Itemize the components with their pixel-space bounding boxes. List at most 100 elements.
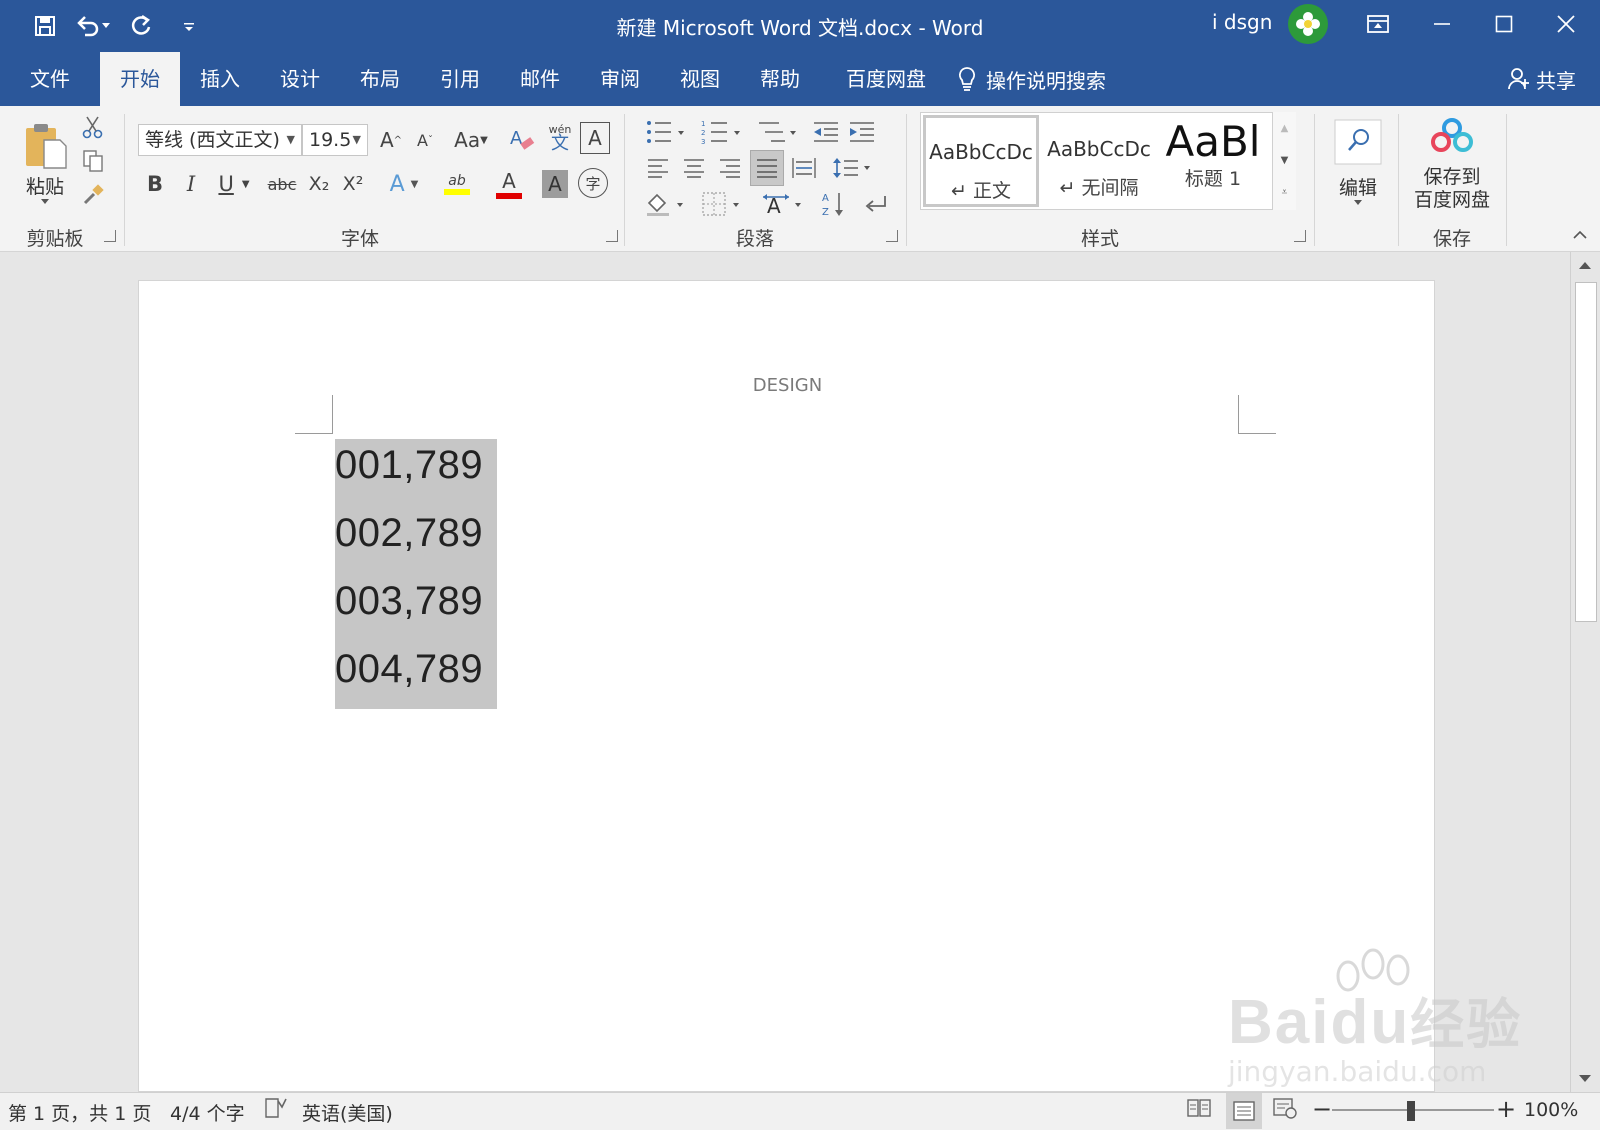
- tab-layout[interactable]: 布局: [340, 52, 420, 106]
- scroll-down-button[interactable]: [1577, 1070, 1593, 1089]
- gallery-down-button[interactable]: ▼: [1273, 144, 1296, 176]
- asian-layout-button[interactable]: A: [760, 188, 806, 220]
- show-hide-marks-button[interactable]: [860, 188, 892, 220]
- gallery-up-button[interactable]: ▲: [1273, 112, 1296, 144]
- paragraph-group-label: 段落: [735, 228, 774, 250]
- format-painter-button[interactable]: [80, 182, 106, 208]
- save-to-baidu-button[interactable]: 保存到 百度网盘: [1406, 112, 1498, 216]
- style-heading-1[interactable]: AaBl 标题 1: [1157, 115, 1269, 207]
- scroll-thumb[interactable]: [1575, 282, 1597, 622]
- word-count[interactable]: 4/4 个字: [170, 1099, 245, 1126]
- close-button[interactable]: [1534, 0, 1598, 48]
- paste-button[interactable]: 粘贴: [14, 112, 76, 212]
- cut-button[interactable]: [80, 114, 106, 140]
- style-no-spacing-sample: AaBbCcDc: [1047, 137, 1151, 161]
- tab-insert[interactable]: 插入: [180, 52, 260, 106]
- baidu-jingyan-watermark: Baidu经验 jingyan.baidu.com: [1228, 948, 1522, 1088]
- zoom-slider-thumb[interactable]: [1407, 1101, 1415, 1121]
- shrink-font-button[interactable]: Aˇ: [410, 124, 440, 156]
- character-shading-button[interactable]: A: [542, 170, 568, 198]
- font-color-button[interactable]: A: [486, 168, 532, 200]
- zoom-in-button[interactable]: +: [1496, 1095, 1516, 1123]
- language-indicator[interactable]: 英语(美国): [302, 1099, 393, 1126]
- document-line[interactable]: 001,789: [335, 443, 483, 488]
- italic-button[interactable]: I: [176, 168, 206, 200]
- font-dialog-launcher[interactable]: [606, 230, 618, 242]
- numbering-button[interactable]: 123: [698, 116, 744, 148]
- align-center-button[interactable]: [678, 152, 710, 184]
- strikethrough-button[interactable]: abc: [264, 168, 300, 200]
- decrease-indent-button[interactable]: [810, 116, 842, 148]
- arrow-down-icon: [1579, 1075, 1591, 1082]
- editing-button[interactable]: 编辑: [1330, 112, 1386, 212]
- ribbon-display-options-button[interactable]: [1346, 0, 1410, 48]
- tab-review[interactable]: 审阅: [580, 52, 660, 106]
- user-name[interactable]: i dsgn: [1212, 10, 1272, 34]
- document-line[interactable]: 004,789: [335, 647, 483, 692]
- tell-me-search[interactable]: 操作说明搜索: [958, 52, 1106, 106]
- proofing-button[interactable]: [264, 1097, 288, 1124]
- justify-button[interactable]: [750, 150, 784, 186]
- gallery-more-button[interactable]: ⩡: [1273, 176, 1296, 208]
- font-name-combo[interactable]: 等线 (西文正文) ▼: [138, 124, 302, 156]
- sort-button[interactable]: AZ: [818, 188, 850, 220]
- web-layout-button[interactable]: [1272, 1097, 1298, 1124]
- tab-help[interactable]: 帮助: [740, 52, 820, 106]
- read-mode-button[interactable]: [1186, 1097, 1212, 1124]
- tab-baidu-netdisk[interactable]: 百度网盘: [826, 52, 946, 106]
- print-layout-button[interactable]: [1226, 1093, 1262, 1129]
- distributed-button[interactable]: [788, 152, 820, 184]
- bold-button[interactable]: B: [140, 168, 170, 200]
- multilevel-list-button[interactable]: [754, 116, 800, 148]
- person-add-icon: [1508, 68, 1529, 90]
- text-effects-button[interactable]: A ▼: [382, 168, 426, 200]
- tab-file[interactable]: 文件: [10, 52, 90, 106]
- vertical-scrollbar[interactable]: [1570, 252, 1600, 1092]
- shading-button[interactable]: [642, 188, 688, 220]
- zoom-out-button[interactable]: −: [1312, 1095, 1332, 1123]
- tab-view[interactable]: 视图: [660, 52, 740, 106]
- align-left-button[interactable]: [642, 152, 674, 184]
- font-size-combo[interactable]: 19.5 ▼: [302, 124, 368, 156]
- editing-label: 编辑: [1338, 176, 1377, 199]
- avatar[interactable]: [1288, 4, 1328, 44]
- superscript-button[interactable]: X²: [338, 168, 368, 200]
- svg-text:Z: Z: [822, 207, 829, 218]
- document-line[interactable]: 002,789: [335, 511, 483, 556]
- styles-dialog-launcher[interactable]: [1294, 230, 1306, 242]
- bullets-button[interactable]: [642, 116, 688, 148]
- underline-button[interactable]: U ▼: [212, 168, 256, 200]
- maximize-button[interactable]: [1472, 0, 1536, 48]
- enclose-characters-button[interactable]: 字: [578, 168, 608, 198]
- share-button[interactable]: 共享: [1508, 52, 1576, 106]
- phonetic-guide-button[interactable]: wén 文: [544, 120, 576, 156]
- title-bar: 新建 Microsoft Word 文档.docx - Word i dsgn: [0, 0, 1600, 52]
- minimize-button[interactable]: [1410, 0, 1474, 48]
- highlight-button[interactable]: ab: [432, 168, 482, 200]
- grow-font-button[interactable]: A ^: [376, 124, 406, 156]
- scroll-up-button[interactable]: [1577, 256, 1593, 275]
- collapse-ribbon-button[interactable]: [1568, 224, 1592, 244]
- tab-references[interactable]: 引用: [420, 52, 500, 106]
- zoom-level[interactable]: 100%: [1524, 1099, 1578, 1121]
- character-border-button[interactable]: A: [580, 122, 610, 154]
- clipboard-dialog-launcher[interactable]: [104, 230, 116, 242]
- subscript-button[interactable]: X₂: [304, 168, 334, 200]
- style-normal[interactable]: AaBbCcDc ↵ 正文: [923, 115, 1039, 207]
- paragraph-dialog-launcher[interactable]: [886, 230, 898, 242]
- increase-indent-button[interactable]: [846, 116, 878, 148]
- line-spacing-button[interactable]: [830, 152, 874, 184]
- style-normal-name: ↵ 正文: [951, 180, 1011, 202]
- page-count[interactable]: 第 1 页，共 1 页: [8, 1099, 151, 1126]
- tab-mailings[interactable]: 邮件: [500, 52, 580, 106]
- arrow-up-icon: [1579, 262, 1591, 269]
- document-line[interactable]: 003,789: [335, 579, 483, 624]
- style-no-spacing[interactable]: AaBbCcDc ↵ 无间隔: [1041, 115, 1157, 207]
- copy-button[interactable]: [80, 148, 106, 174]
- tab-home[interactable]: 开始: [100, 52, 180, 106]
- borders-button[interactable]: [698, 188, 744, 220]
- tab-design[interactable]: 设计: [260, 52, 340, 106]
- clear-formatting-button[interactable]: A: [506, 124, 538, 156]
- change-case-button[interactable]: Aa ▼: [450, 124, 492, 156]
- align-right-button[interactable]: [714, 152, 746, 184]
